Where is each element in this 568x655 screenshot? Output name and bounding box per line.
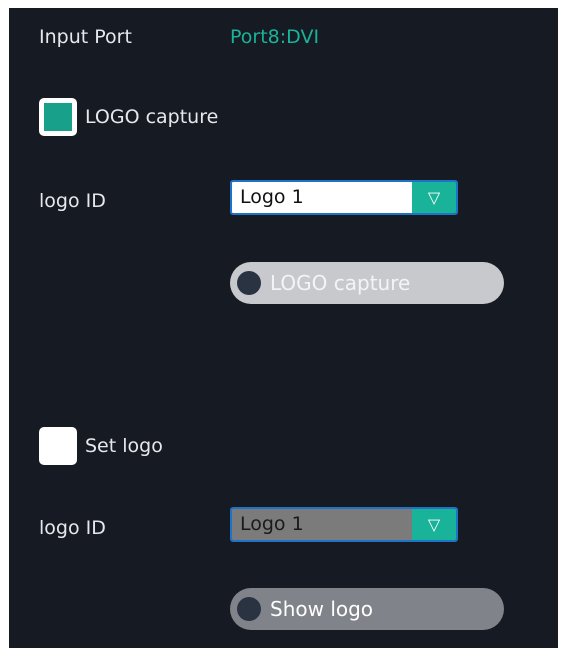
- toggle-knob: [237, 597, 261, 621]
- show-logo-id-label: logo ID: [39, 517, 106, 539]
- input-port-value: Port8:DVI: [230, 26, 320, 48]
- input-port-label: Input Port: [39, 26, 132, 48]
- show-logo-button[interactable]: Show logo: [230, 588, 504, 630]
- logo-id-label: logo ID: [39, 190, 106, 212]
- logo-id-select-value: Logo 1: [232, 182, 412, 213]
- checkbox-checked-indicator: [44, 103, 72, 131]
- set-logo-checkbox[interactable]: [39, 427, 77, 465]
- logo-capture-button[interactable]: LOGO capture: [230, 262, 504, 304]
- toggle-knob: [237, 271, 261, 295]
- logo-capture-checkbox[interactable]: [39, 98, 77, 136]
- set-logo-checkbox-label: Set logo: [85, 435, 163, 457]
- logo-capture-button-label: LOGO capture: [270, 271, 411, 295]
- logo-capture-checkbox-label: LOGO capture: [85, 106, 219, 128]
- dropdown-arrow-icon[interactable]: ▽: [412, 509, 456, 540]
- settings-panel: Input Port Port8:DVI LOGO capture logo I…: [9, 8, 558, 648]
- logo-id-select[interactable]: Logo 1 ▽: [230, 180, 458, 215]
- show-logo-button-label: Show logo: [270, 597, 374, 621]
- dropdown-arrow-icon[interactable]: ▽: [412, 182, 456, 213]
- show-logo-id-select-value: Logo 1: [232, 509, 412, 540]
- show-logo-id-select[interactable]: Logo 1 ▽: [230, 507, 458, 542]
